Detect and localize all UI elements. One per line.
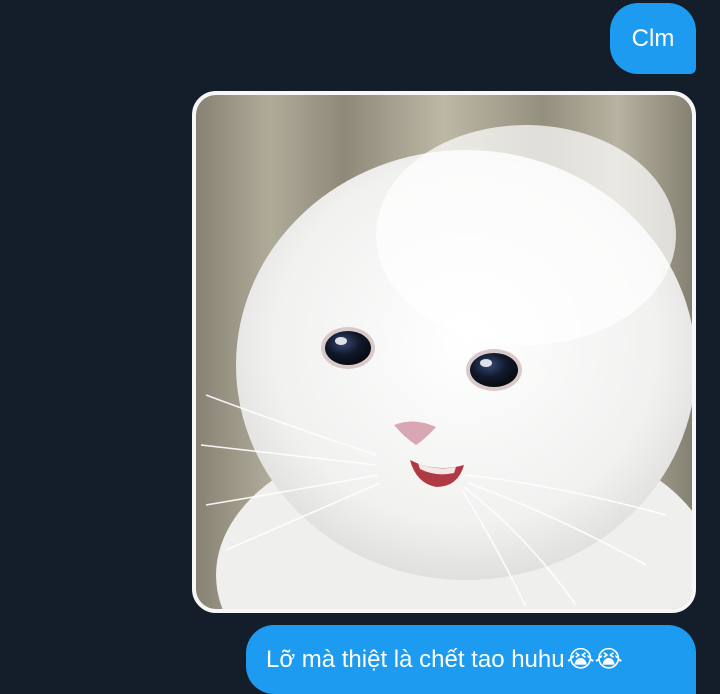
crying-cat-image [196,95,692,609]
image-attachment[interactable] [192,91,696,613]
loudly-crying-emoji-icon: 😭😭 [566,645,623,673]
message-text: Clm [631,24,675,52]
message-bubble-huhu[interactable]: Lỡ mà thiệt là chết tao huhu 😭😭 [246,625,696,694]
message-text: Lỡ mà thiệt là chết tao huhu [266,645,565,673]
chat-thread: Clm Lỡ mà thiệt là chết tao huhu 😭😭 [0,0,720,694]
message-bubble-clm[interactable]: Clm [610,3,696,74]
